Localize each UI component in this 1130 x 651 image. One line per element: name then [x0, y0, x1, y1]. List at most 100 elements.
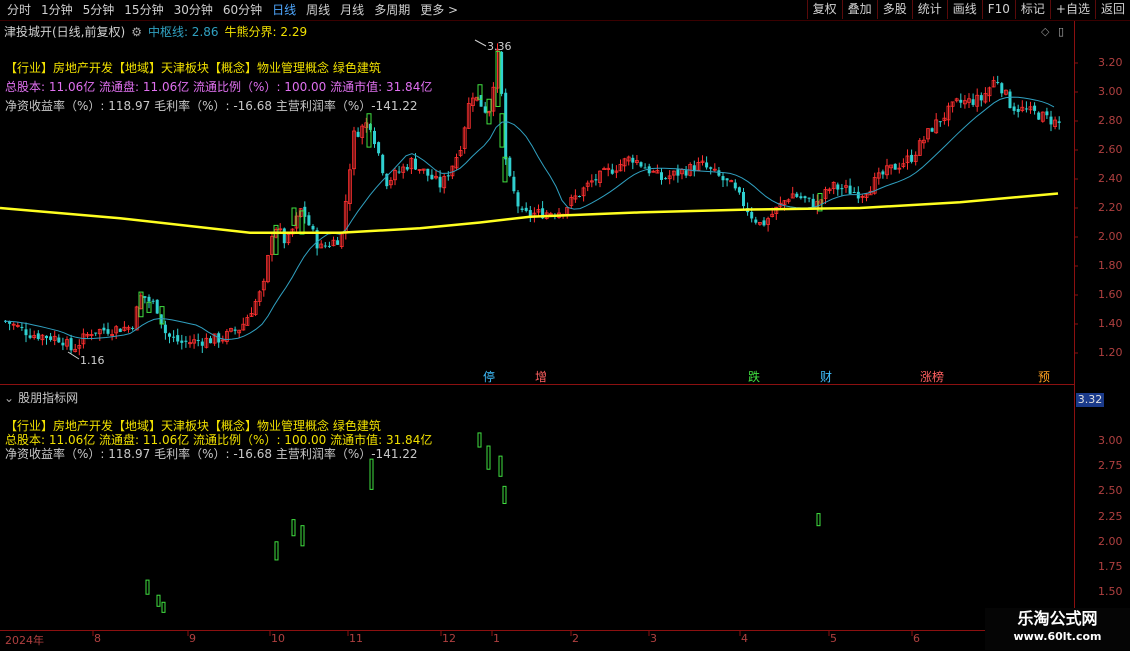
sub-y-tick-label: 2.00	[1098, 534, 1123, 548]
x-tick-label: 5	[830, 632, 837, 645]
candle-body	[803, 196, 807, 199]
candle-body	[200, 341, 204, 346]
candle-body	[356, 131, 360, 137]
candle-body	[930, 128, 934, 132]
x-tick-label: 11	[349, 632, 363, 645]
candle-body	[1016, 108, 1020, 112]
sub-y-tick-label: 1.50	[1098, 585, 1123, 599]
candle-body	[61, 342, 65, 346]
candle-body	[336, 240, 340, 245]
watermark: 乐淘公式网 www.60lt.com	[985, 608, 1130, 650]
candle-body	[168, 333, 171, 337]
candle-body	[520, 208, 524, 210]
candle-body	[500, 51, 504, 94]
candle-body	[381, 154, 385, 174]
candle-body	[1033, 105, 1037, 111]
candle-body	[893, 163, 897, 170]
high-price-label: 3.36	[487, 40, 512, 53]
candle-body	[754, 219, 758, 223]
y-tick-label: 2.40	[1098, 172, 1123, 185]
candle-body	[57, 337, 61, 343]
x-tick-label: 3	[650, 632, 657, 645]
candle-body	[528, 210, 532, 217]
signal-candle	[502, 156, 508, 183]
candle-body	[737, 187, 741, 193]
candle-body	[118, 328, 122, 332]
y-tick-label: 1.20	[1098, 346, 1123, 359]
event-marker[interactable]: 财	[818, 370, 834, 384]
event-marker[interactable]: 停	[481, 370, 497, 384]
candle-body	[705, 162, 709, 168]
sub-y-tick-label: 2.25	[1098, 509, 1123, 523]
candle-body	[959, 99, 963, 103]
candle-body	[795, 193, 799, 197]
candle-body	[28, 335, 32, 338]
candle-body	[762, 220, 766, 226]
pivot-line	[3, 96, 1055, 341]
candle-body	[643, 167, 647, 169]
candle-body	[282, 228, 286, 244]
event-marker[interactable]: 跌	[746, 370, 762, 384]
candle-body	[209, 338, 212, 344]
candle-body	[971, 99, 975, 105]
candle-body	[631, 157, 635, 163]
y-tick-label: 2.00	[1098, 230, 1123, 243]
candle-body	[143, 296, 147, 298]
candle-body	[327, 245, 331, 247]
indicator-bar	[300, 525, 305, 547]
candle-body	[24, 329, 28, 336]
candle-body	[446, 175, 450, 177]
x-tick-label: 6	[913, 632, 920, 645]
indicator-bar	[486, 445, 491, 470]
candle-body	[516, 192, 520, 207]
candle-body	[910, 154, 914, 162]
watermark-title: 乐淘公式网	[1017, 609, 1098, 628]
candle-body	[856, 191, 860, 199]
candle-body	[1057, 121, 1061, 123]
event-marker[interactable]: 涨榜	[918, 370, 946, 384]
indicator-bar	[145, 579, 150, 595]
collapse-icon[interactable]: ⌄	[4, 391, 14, 405]
candle-body	[49, 336, 53, 340]
candle-body	[36, 333, 40, 339]
candle-body	[102, 327, 106, 331]
candle-body	[676, 169, 680, 176]
watermark-url: www.60lt.com	[1013, 630, 1102, 643]
candle-body	[647, 166, 651, 174]
candlestick-chart[interactable]: 3.36 1.16	[0, 0, 1130, 650]
sub-y-tick-label: 1.75	[1098, 560, 1123, 573]
candle-body	[996, 81, 1000, 83]
candle-body	[397, 171, 401, 173]
x-tick-label: 10	[271, 632, 285, 645]
event-marker[interactable]: 预	[1036, 370, 1052, 384]
panel-divider[interactable]	[0, 384, 1074, 385]
candle-body	[405, 167, 409, 170]
candle-body	[45, 335, 48, 339]
candle-body	[172, 336, 176, 338]
current-price-tag: 3.32	[1076, 393, 1104, 407]
candle-body	[508, 157, 512, 176]
y-tick-label: 3.00	[1098, 85, 1123, 98]
candle-body	[377, 142, 381, 154]
x-tick-label: 12	[442, 632, 456, 645]
indicator-title[interactable]: 股朋指标网	[18, 389, 78, 406]
candle-body	[610, 169, 614, 174]
y-tick-label: 2.60	[1098, 143, 1123, 156]
candle-body	[106, 329, 110, 334]
candle-body	[733, 182, 737, 189]
low-price-label: 1.16	[80, 354, 105, 367]
event-marker[interactable]: 增	[533, 370, 549, 384]
candle-body	[848, 185, 852, 194]
candle-body	[664, 178, 668, 180]
candle-body	[578, 195, 581, 197]
y-tick-label: 2.20	[1098, 201, 1123, 214]
candle-body	[438, 176, 442, 188]
candle-body	[307, 215, 311, 226]
candle-body	[131, 327, 135, 329]
x-tick-label: 2	[572, 632, 579, 645]
candle-body	[750, 211, 754, 219]
indicator-bar	[274, 541, 279, 561]
candle-body	[504, 92, 508, 160]
candle-body	[176, 335, 180, 342]
sub-finance-info: 净资收益率（%）: 118.97 毛利率（%）: -16.68 主营利润率（%）…	[5, 447, 418, 461]
